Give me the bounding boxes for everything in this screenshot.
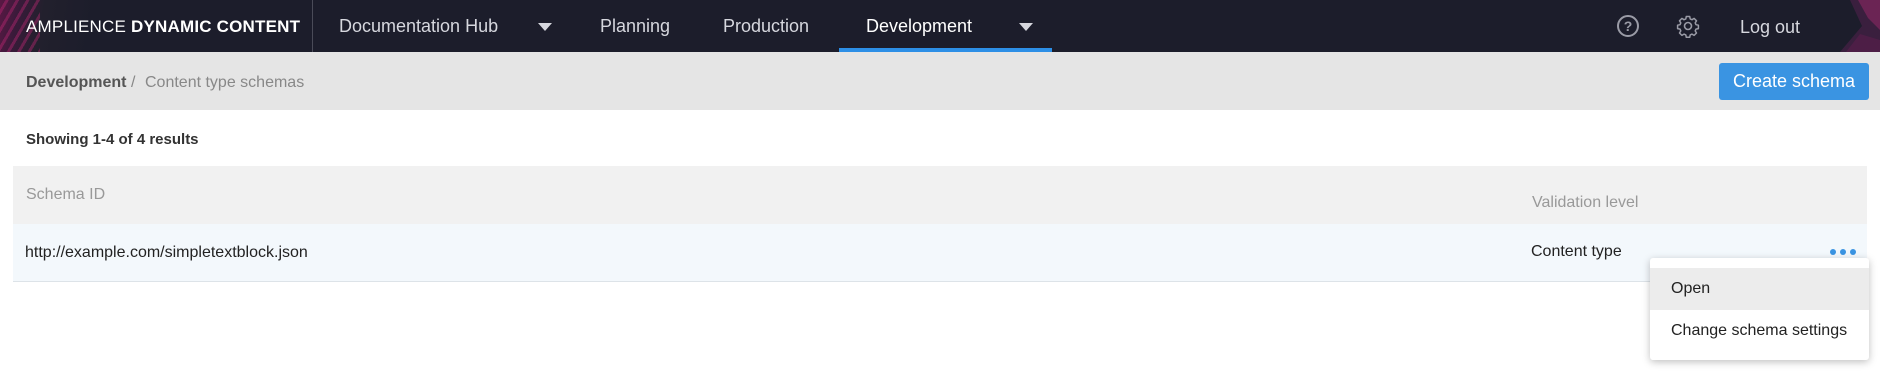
- breadcrumb-current: Content type schemas: [145, 74, 305, 91]
- page-header: Development / Content type schemas Creat…: [0, 52, 1880, 110]
- row-actions-menu: Open Change schema settings: [1650, 258, 1869, 360]
- chevron-down-icon[interactable]: [1019, 23, 1033, 31]
- table-header: Schema ID Validation level: [13, 166, 1867, 224]
- column-header-schema-id[interactable]: Schema ID: [26, 186, 105, 204]
- tab-development-label: Development: [866, 16, 973, 36]
- validation-level-cell: Content type: [1531, 243, 1622, 260]
- brand-area: AMPLIENCE DYNAMIC CONTENT: [0, 0, 312, 52]
- dot: [1840, 249, 1846, 255]
- brand-bold-text: DYNAMIC CONTENT: [131, 17, 301, 36]
- dot: [1850, 249, 1856, 255]
- chevron-down-icon[interactable]: [538, 23, 552, 31]
- schema-id-cell[interactable]: http://example.com/simpletextblock.json: [25, 244, 308, 262]
- app-logo[interactable]: AMPLIENCE DYNAMIC CONTENT: [26, 17, 300, 37]
- logout-link[interactable]: Log out: [1740, 0, 1800, 52]
- dot: [1830, 249, 1836, 255]
- create-schema-button[interactable]: Create schema: [1719, 63, 1869, 100]
- breadcrumb-root[interactable]: Development: [26, 74, 126, 92]
- menu-item-open[interactable]: Open: [1650, 268, 1869, 310]
- corner-decoration: [1840, 0, 1880, 52]
- tab-planning[interactable]: Planning: [600, 0, 670, 52]
- tab-development[interactable]: Development: [866, 0, 972, 52]
- table-row[interactable]: http://example.com/simpletextblock.json …: [13, 224, 1867, 282]
- question-circle-icon[interactable]: ?: [1617, 15, 1639, 37]
- gear-icon[interactable]: [1676, 14, 1700, 38]
- menu-item-change-schema-settings[interactable]: Change schema settings: [1650, 310, 1869, 352]
- column-header-validation-level[interactable]: Validation level: [1532, 194, 1638, 212]
- tab-production-label: Production: [723, 16, 810, 36]
- breadcrumb-separator: /: [131, 74, 136, 91]
- hub-selector[interactable]: Documentation Hub: [339, 0, 498, 52]
- tab-planning-label: Planning: [600, 16, 671, 36]
- tab-production[interactable]: Production: [723, 0, 809, 52]
- top-navigation-bar: AMPLIENCE DYNAMIC CONTENT Documentation …: [0, 0, 1880, 52]
- brand-light-text: AMPLIENCE: [26, 17, 127, 36]
- results-count: Showing 1-4 of 4 results: [26, 131, 199, 148]
- nav-divider: [312, 0, 313, 52]
- hub-label: Documentation Hub: [339, 16, 499, 36]
